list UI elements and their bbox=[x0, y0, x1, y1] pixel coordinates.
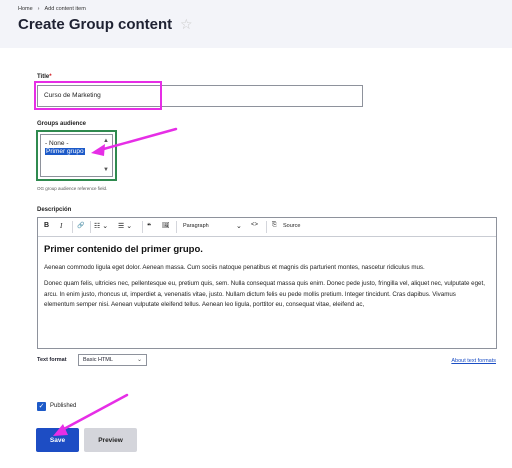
editor-content[interactable]: Primer contenido del primer grupo. Aenea… bbox=[44, 244, 488, 317]
text-format-value: Basic HTML bbox=[83, 357, 113, 363]
chevron-down-icon: ⌄ bbox=[136, 357, 142, 363]
groups-audience-help: OG group audience reference field. bbox=[37, 186, 108, 191]
breadcrumb-home-link[interactable]: Home bbox=[18, 6, 33, 12]
source-button[interactable]: Source bbox=[283, 223, 300, 229]
heading-chevron-icon[interactable]: ⌄ bbox=[236, 222, 242, 230]
rich-text-editor[interactable]: B I 🔗 ☷ ⌄ ☰ ⌄ ❝ 🖼 Paragraph ⌄ <> ⎘ Sourc… bbox=[37, 217, 497, 349]
groups-audience-select[interactable]: - None - Primer grupo ▲ ▼ bbox=[40, 134, 113, 177]
annotation-arrow-save bbox=[60, 393, 129, 432]
save-button[interactable]: Save bbox=[36, 428, 79, 452]
option-primer-grupo[interactable]: Primer grupo bbox=[45, 148, 85, 155]
title-input[interactable]: Curso de Marketing bbox=[37, 85, 363, 107]
content-heading: Primer contenido del primer grupo. bbox=[44, 244, 203, 255]
toolbar-divider bbox=[176, 221, 177, 233]
breadcrumb: Home › Add content item bbox=[18, 6, 86, 12]
breadcrumb-separator: › bbox=[37, 6, 40, 12]
preview-button[interactable]: Preview bbox=[84, 428, 137, 452]
bulleted-list-icon[interactable]: ☷ ⌄ bbox=[94, 222, 108, 230]
editor-toolbar: B I 🔗 ☷ ⌄ ☰ ⌄ ❝ 🖼 Paragraph ⌄ <> ⎘ Sourc… bbox=[38, 218, 496, 237]
text-format-label: Text format bbox=[37, 357, 67, 363]
italic-button[interactable]: I bbox=[60, 222, 62, 230]
numbered-list-icon[interactable]: ☰ ⌄ bbox=[118, 222, 132, 230]
blockquote-icon[interactable]: ❝ bbox=[147, 222, 151, 230]
toolbar-divider bbox=[266, 221, 267, 233]
code-icon[interactable]: <> bbox=[251, 222, 258, 228]
about-text-formats-link[interactable]: About text formats bbox=[451, 358, 496, 364]
scroll-up-icon[interactable]: ▲ bbox=[103, 138, 109, 144]
groups-audience-focus-ring: - None - Primer grupo ▲ ▼ bbox=[36, 130, 117, 181]
required-mark: * bbox=[49, 74, 52, 80]
image-icon[interactable]: 🖼 bbox=[162, 222, 170, 229]
published-checkbox[interactable]: ✓ bbox=[37, 402, 46, 411]
toolbar-divider bbox=[142, 221, 143, 233]
description-label: Descripción bbox=[37, 207, 72, 213]
toolbar-divider bbox=[90, 221, 91, 233]
title-label: Title* bbox=[37, 74, 52, 80]
page-header: Home › Add content item Create Group conte… bbox=[0, 0, 512, 48]
scroll-down-icon[interactable]: ▼ bbox=[103, 167, 109, 173]
published-label: Published bbox=[50, 403, 77, 409]
text-format-select[interactable]: Basic HTML ⌄ bbox=[78, 354, 147, 366]
groups-audience-label: Groups audience bbox=[37, 121, 87, 127]
content-paragraph: Donec quam felis, ultricies nec, pellent… bbox=[44, 280, 485, 309]
bold-button[interactable]: B bbox=[44, 222, 49, 229]
breadcrumb-current-link[interactable]: Add content item bbox=[45, 6, 86, 12]
source-icon[interactable]: ⎘ bbox=[272, 222, 277, 229]
content-paragraph: Aenean commodo ligula eget dolor. Aenean… bbox=[44, 264, 425, 271]
check-icon: ✓ bbox=[38, 403, 45, 410]
link-icon[interactable]: 🔗 bbox=[77, 222, 84, 229]
title-label-text: Title bbox=[37, 74, 50, 80]
toolbar-divider bbox=[72, 221, 73, 233]
option-none[interactable]: - None - bbox=[45, 140, 68, 147]
star-icon[interactable]: ☆ bbox=[180, 16, 193, 33]
heading-dropdown[interactable]: Paragraph bbox=[183, 223, 209, 229]
page-title: Create Group content bbox=[18, 16, 173, 33]
